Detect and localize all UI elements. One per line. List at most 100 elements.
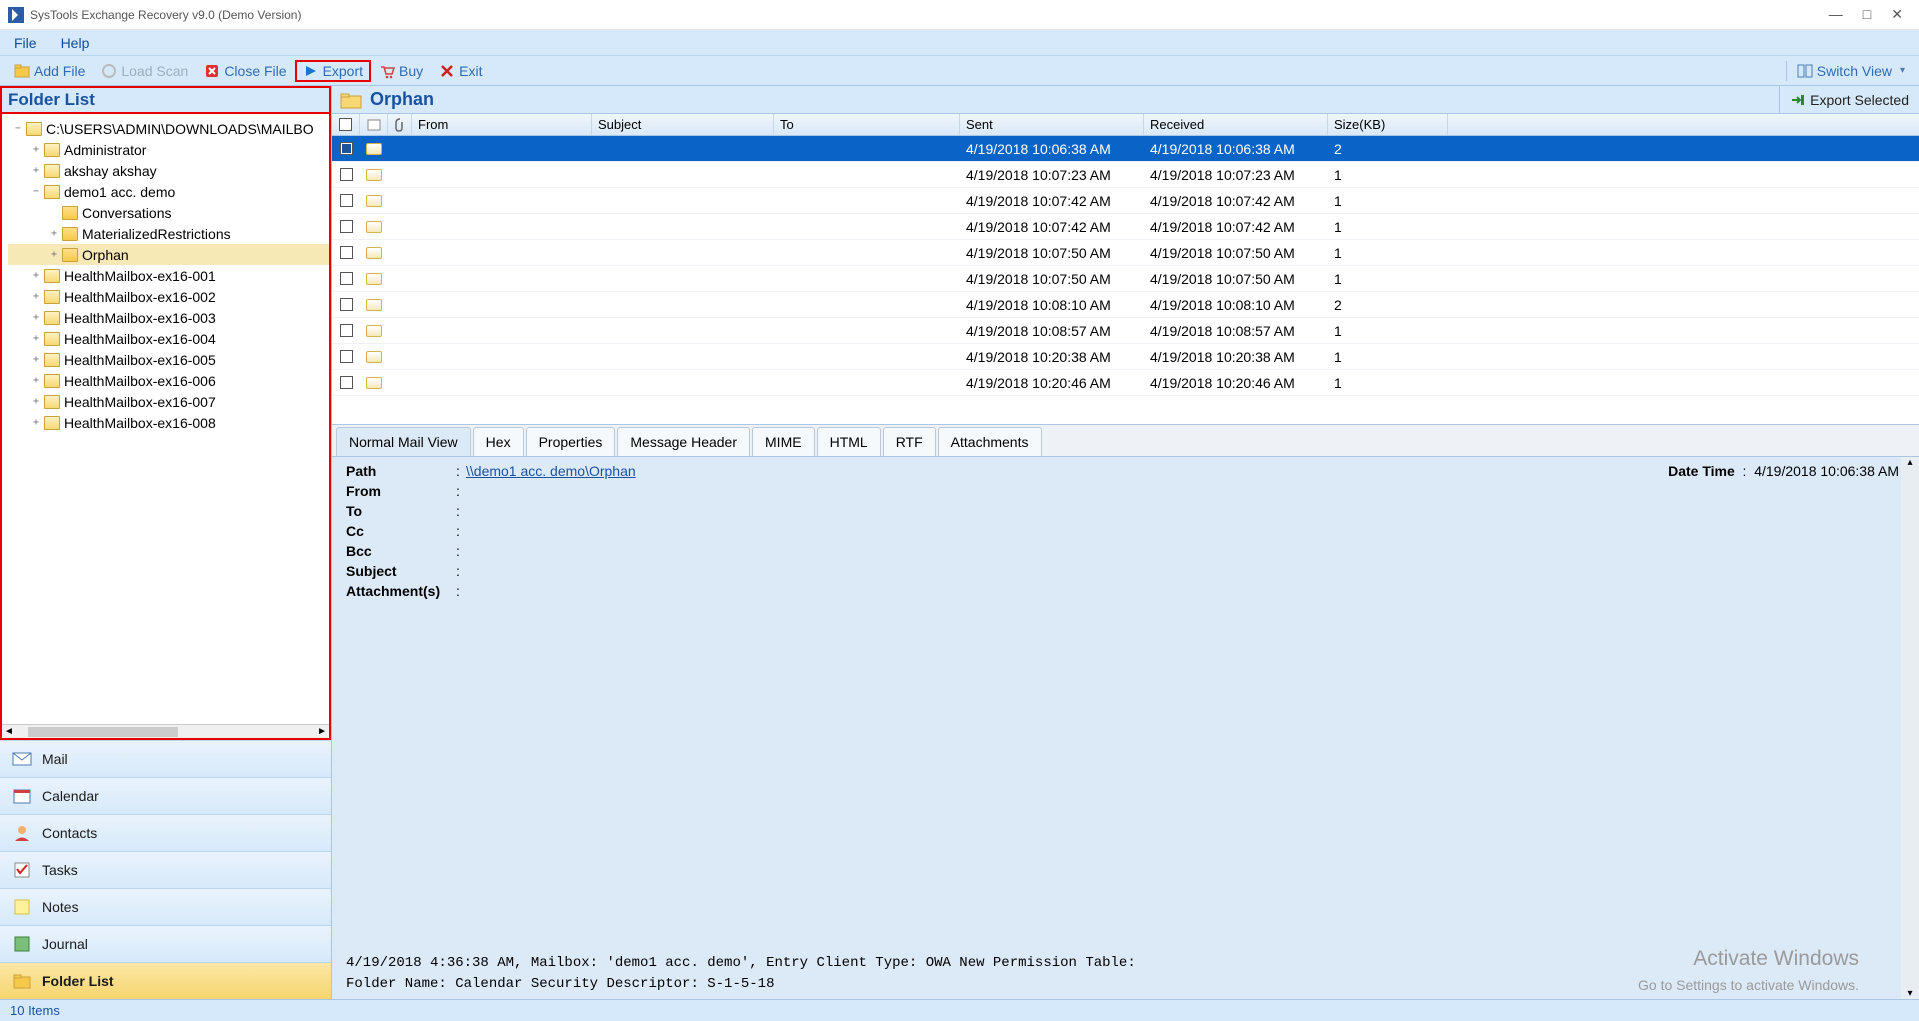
preview-tab[interactable]: Message Header <box>617 427 750 456</box>
menu-file[interactable]: File <box>14 35 37 51</box>
tree-node[interactable]: +HealthMailbox-ex16-006 <box>8 370 329 391</box>
folder-icon <box>62 248 78 262</box>
row-checkbox[interactable] <box>340 142 353 155</box>
add-file-button[interactable]: Add File <box>6 61 93 81</box>
menu-help[interactable]: Help <box>61 35 90 51</box>
tree-node[interactable]: +MaterializedRestrictions <box>8 223 329 244</box>
preview-path-label: Path <box>346 463 456 479</box>
col-sent[interactable]: Sent <box>960 114 1144 135</box>
minimize-button[interactable]: ― <box>1829 6 1843 23</box>
switch-view-button[interactable]: Switch View ▾ <box>1786 61 1913 81</box>
preview-subject-label: Subject <box>346 563 456 579</box>
tree-node[interactable]: +HealthMailbox-ex16-003 <box>8 307 329 328</box>
col-from[interactable]: From <box>412 114 592 135</box>
switch-view-icon <box>1797 63 1813 79</box>
mail-row[interactable]: 4/19/2018 10:07:50 AM4/19/2018 10:07:50 … <box>332 240 1919 266</box>
mail-icon <box>366 221 382 233</box>
preview-tab[interactable]: Attachments <box>938 427 1042 456</box>
export-selected-button[interactable]: Export Selected <box>1779 86 1919 113</box>
buy-icon <box>379 63 395 79</box>
col-to[interactable]: To <box>774 114 960 135</box>
tree-node[interactable]: +HealthMailbox-ex16-008 <box>8 412 329 433</box>
preview-tab[interactable]: Normal Mail View <box>336 427 471 456</box>
preview-tab[interactable]: Hex <box>473 427 524 456</box>
tree-node-label: Conversations <box>82 205 172 221</box>
mail-row[interactable]: 4/19/2018 10:08:10 AM4/19/2018 10:08:10 … <box>332 292 1919 318</box>
export-button[interactable]: Export <box>295 60 371 82</box>
tree-node[interactable]: +HealthMailbox-ex16-004 <box>8 328 329 349</box>
row-checkbox[interactable] <box>340 324 353 337</box>
buy-button[interactable]: Buy <box>371 61 431 81</box>
tree-node[interactable]: +akshay akshay <box>8 160 329 181</box>
tree-h-scrollbar[interactable]: ◄ ► <box>2 724 329 738</box>
row-checkbox[interactable] <box>340 246 353 259</box>
mail-row[interactable]: 4/19/2018 10:07:42 AM4/19/2018 10:07:42 … <box>332 214 1919 240</box>
preview-bcc-label: Bcc <box>346 543 456 559</box>
preview-tab[interactable]: MIME <box>752 427 815 456</box>
close-file-button[interactable]: Close File <box>196 61 294 81</box>
preview-tab[interactable]: RTF <box>883 427 936 456</box>
maximize-button[interactable]: □ <box>1863 6 1871 23</box>
tree-node[interactable]: +HealthMailbox-ex16-002 <box>8 286 329 307</box>
tree-root[interactable]: −C:\USERS\ADMIN\DOWNLOADS\MAILBO <box>8 118 329 139</box>
nav-folder-list[interactable]: Folder List <box>0 962 331 999</box>
row-checkbox[interactable] <box>340 272 353 285</box>
mail-row[interactable]: 4/19/2018 10:07:42 AM4/19/2018 10:07:42 … <box>332 188 1919 214</box>
close-file-label: Close File <box>224 63 286 79</box>
nav-notes[interactable]: Notes <box>0 888 331 925</box>
nav-journal[interactable]: Journal <box>0 925 331 962</box>
nav-mail[interactable]: Mail <box>0 740 331 777</box>
tree-node[interactable]: +HealthMailbox-ex16-001 <box>8 265 329 286</box>
preview-v-scrollbar[interactable]: ▴ ▾ <box>1901 457 1919 999</box>
contacts-icon <box>12 824 32 842</box>
col-subject[interactable]: Subject <box>592 114 774 135</box>
tree-node[interactable]: −demo1 acc. demo <box>8 181 329 202</box>
folder-icon <box>62 227 78 241</box>
menu-bar: File Help <box>0 30 1919 56</box>
preview-tab[interactable]: HTML <box>817 427 881 456</box>
mail-icon <box>366 247 382 259</box>
exit-button[interactable]: Exit <box>431 61 490 81</box>
col-checkbox[interactable] <box>332 114 360 135</box>
mail-icon <box>366 325 382 337</box>
tree-node[interactable]: +HealthMailbox-ex16-005 <box>8 349 329 370</box>
nav-calendar[interactable]: Calendar <box>0 777 331 814</box>
mail-row[interactable]: 4/19/2018 10:20:46 AM4/19/2018 10:20:46 … <box>332 370 1919 396</box>
preview-from-label: From <box>346 483 456 499</box>
tree-node[interactable]: +HealthMailbox-ex16-007 <box>8 391 329 412</box>
mail-row[interactable]: 4/19/2018 10:20:38 AM4/19/2018 10:20:38 … <box>332 344 1919 370</box>
mail-icon <box>366 143 382 155</box>
folder-tree[interactable]: −C:\USERS\ADMIN\DOWNLOADS\MAILBO+Adminis… <box>0 114 331 740</box>
activate-windows-sub: Go to Settings to activate Windows. <box>1638 977 1859 993</box>
close-window-button[interactable]: ✕ <box>1891 6 1903 23</box>
row-checkbox[interactable] <box>340 350 353 363</box>
tree-node[interactable]: +Administrator <box>8 139 329 160</box>
col-size[interactable]: Size(KB) <box>1328 114 1448 135</box>
folder-icon <box>62 206 78 220</box>
status-item-count: 10 Items <box>10 1003 60 1018</box>
col-received[interactable]: Received <box>1144 114 1328 135</box>
row-checkbox[interactable] <box>340 220 353 233</box>
mail-row[interactable]: 4/19/2018 10:07:23 AM4/19/2018 10:07:23 … <box>332 162 1919 188</box>
load-scan-button[interactable]: Load Scan <box>93 61 196 81</box>
tree-node[interactable]: +Orphan <box>8 244 329 265</box>
preview-tab[interactable]: Properties <box>526 427 616 456</box>
folder-list-icon <box>12 972 32 990</box>
mail-row[interactable]: 4/19/2018 10:06:38 AM4/19/2018 10:06:38 … <box>332 136 1919 162</box>
row-checkbox[interactable] <box>340 376 353 389</box>
nav-contacts[interactable]: Contacts <box>0 814 331 851</box>
mail-row[interactable]: 4/19/2018 10:07:50 AM4/19/2018 10:07:50 … <box>332 266 1919 292</box>
row-checkbox[interactable] <box>340 194 353 207</box>
chevron-down-icon: ▾ <box>1900 65 1905 76</box>
app-title: SysTools Exchange Recovery v9.0 (Demo Ve… <box>30 8 1829 22</box>
tree-node[interactable]: Conversations <box>8 202 329 223</box>
nav-tasks[interactable]: Tasks <box>0 851 331 888</box>
row-checkbox[interactable] <box>340 298 353 311</box>
row-checkbox[interactable] <box>340 168 353 181</box>
tree-node-label: demo1 acc. demo <box>64 184 175 200</box>
mail-row[interactable]: 4/19/2018 10:08:57 AM4/19/2018 10:08:57 … <box>332 318 1919 344</box>
mail-grid-body[interactable]: 4/19/2018 10:06:38 AM4/19/2018 10:06:38 … <box>332 136 1919 424</box>
mail-icon <box>366 195 382 207</box>
preview-cc-label: Cc <box>346 523 456 539</box>
exit-icon <box>439 63 455 79</box>
